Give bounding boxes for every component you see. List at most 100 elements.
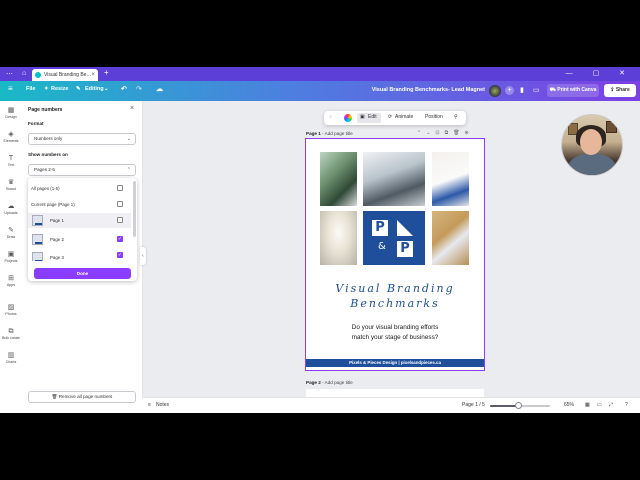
browser-tab[interactable]: Visual Branding Be… × bbox=[32, 69, 98, 81]
delete-icon[interactable]: 🗑 bbox=[453, 130, 464, 136]
document-title[interactable]: Visual Branding Benchmarks- Lead Magnet bbox=[360, 87, 485, 93]
show-numbers-select-value: Pages 2-5 bbox=[34, 167, 55, 172]
rail-item-projects[interactable]: ▣ Projects bbox=[0, 251, 22, 264]
apps-grid-icon[interactable]: ⋯ bbox=[6, 70, 13, 78]
zoom-slider[interactable] bbox=[490, 402, 550, 409]
fullscreen-icon[interactable]: ⤢ bbox=[609, 402, 613, 408]
sticker-photo[interactable] bbox=[320, 211, 357, 265]
tab-close-icon[interactable]: × bbox=[91, 69, 95, 81]
add-page-title[interactable]: - Add page title bbox=[321, 380, 353, 385]
checkbox[interactable] bbox=[117, 201, 123, 207]
checkbox-checked[interactable] bbox=[117, 232, 123, 247]
rail-item-elements[interactable]: ◈ Elements bbox=[0, 131, 22, 144]
house-photo[interactable] bbox=[320, 152, 357, 206]
checkbox[interactable] bbox=[117, 185, 123, 191]
page-2-label[interactable]: Page 2 - Add page title bbox=[306, 380, 353, 385]
checkbox[interactable] bbox=[117, 217, 123, 223]
comment-icon[interactable]: ▭ bbox=[533, 86, 540, 94]
file-menu[interactable]: File bbox=[26, 86, 35, 92]
design-page-1[interactable]: P & P Visual Branding Benchmarks Do your… bbox=[306, 139, 484, 370]
rail-item-charts[interactable]: ▥ Charts bbox=[0, 352, 22, 365]
remove-page-numbers-button[interactable]: 🗑 Remove all page numbers bbox=[28, 391, 136, 403]
duplicate-icon[interactable]: ⧉ bbox=[445, 130, 454, 136]
page-1-label[interactable]: Page 1 - Add page title bbox=[306, 131, 353, 136]
analytics-icon[interactable]: ▮ bbox=[520, 86, 524, 94]
format-label: Format bbox=[28, 121, 44, 126]
page-thumbnail bbox=[32, 252, 43, 261]
page-number-text: Page 1 bbox=[306, 131, 321, 136]
format-select[interactable]: Numbers only ⌄ bbox=[28, 133, 136, 145]
option-page-1[interactable]: Page 1 bbox=[28, 213, 131, 228]
checkbox-checked[interactable] bbox=[117, 250, 123, 261]
design-footer[interactable]: Pixels & Pieces Design | pixelsandpieces… bbox=[306, 359, 484, 367]
print-with-canva-button[interactable]: ⛟ Print with Canva bbox=[547, 84, 599, 97]
window-controls[interactable]: — ▢ ✕ bbox=[566, 69, 634, 77]
editing-mode-button[interactable]: Editing bbox=[85, 86, 104, 92]
pages-view-icon[interactable]: ▭ bbox=[597, 402, 602, 408]
rail-item-uploads[interactable]: ☁ Uploads bbox=[0, 203, 22, 216]
rail-item-text[interactable]: T Text bbox=[0, 155, 22, 168]
add-page-title[interactable]: - Add page title bbox=[321, 131, 353, 136]
rail-item-apps[interactable]: ⊞ Apps bbox=[0, 275, 22, 288]
menu-icon[interactable]: ≡ bbox=[8, 84, 13, 93]
new-tab-button[interactable]: + bbox=[104, 68, 109, 77]
script-title-line: Benchmarks bbox=[350, 297, 440, 310]
laptop-photo[interactable] bbox=[363, 152, 425, 206]
position-button[interactable]: Position bbox=[425, 114, 443, 120]
resize-button[interactable]: Resize bbox=[51, 86, 68, 92]
cloud-save-icon[interactable]: ☁ bbox=[156, 85, 163, 93]
floating-toolbar: ◌ ▣ Edit ⟳ Animate Position ⚲ bbox=[324, 111, 466, 125]
elements-icon: ◈ bbox=[8, 131, 14, 138]
rail-label: Design bbox=[5, 115, 17, 119]
mug-photo[interactable] bbox=[432, 152, 469, 206]
tab-title: Visual Branding Be… bbox=[44, 72, 92, 78]
grid-view-icon[interactable]: ▦ bbox=[585, 402, 590, 408]
close-icon[interactable]: × bbox=[130, 105, 134, 112]
option-all-pages[interactable]: All pages (1-5) bbox=[28, 181, 131, 196]
rail-item-draw[interactable]: ✎ Draw bbox=[0, 227, 22, 240]
home-icon[interactable]: ⌂ bbox=[22, 70, 26, 77]
animate-button[interactable]: Animate bbox=[395, 114, 413, 120]
dropdown-scrollbar[interactable] bbox=[133, 181, 136, 237]
redo-icon[interactable]: ↷ bbox=[136, 85, 142, 93]
comment-icon[interactable]: ◌ bbox=[329, 114, 332, 120]
done-button[interactable]: Done bbox=[34, 268, 131, 279]
pixels-and-pieces-logo[interactable]: P & P bbox=[363, 211, 425, 265]
print-with-canva-label: Print with Canva bbox=[557, 87, 597, 93]
rail-item-design[interactable]: ▦ Design bbox=[0, 107, 22, 120]
rail-item-brand[interactable]: ♛ Brand bbox=[0, 179, 22, 192]
show-numbers-select[interactable]: Pages 2-5 ⌃ bbox=[28, 164, 136, 176]
zoom-level[interactable]: 65% bbox=[564, 402, 574, 408]
page-number-text: Page 2 bbox=[306, 380, 321, 385]
design-page-2[interactable] bbox=[306, 389, 484, 397]
rail-label: Apps bbox=[6, 283, 16, 287]
undo-icon[interactable]: ↶ bbox=[121, 85, 127, 93]
zoom-slider-handle[interactable] bbox=[515, 402, 523, 409]
design-tagline[interactable]: Do your visual branding efforts match yo… bbox=[306, 323, 484, 342]
rail-item-photos[interactable]: ▨ Photos bbox=[0, 304, 22, 317]
collapse-panel-handle[interactable]: ‹ bbox=[140, 247, 146, 265]
style-brush-icon[interactable]: ⚲ bbox=[454, 114, 458, 120]
business-card-photo[interactable] bbox=[432, 211, 469, 265]
option-page-3[interactable]: Page 3 bbox=[28, 250, 131, 261]
option-current-page[interactable]: Current page (Page 1) bbox=[28, 197, 131, 212]
logo-letter: P bbox=[372, 220, 388, 236]
rail-item-bulk-create[interactable]: ⧉ Bulk create bbox=[0, 328, 22, 341]
charts-icon: ▥ bbox=[7, 352, 15, 359]
invite-plus-icon[interactable]: + bbox=[505, 86, 514, 95]
rail-label: Charts bbox=[5, 360, 17, 364]
color-picker-icon[interactable] bbox=[344, 114, 352, 122]
chevron-up-icon[interactable]: ⌃ bbox=[417, 130, 426, 136]
chevron-down-icon: ⌄ bbox=[104, 86, 109, 92]
lock-icon[interactable]: ⊡ bbox=[435, 130, 444, 136]
user-avatar[interactable] bbox=[489, 85, 501, 97]
edit-button[interactable]: Edit bbox=[368, 114, 377, 120]
design-script-title[interactable]: Visual Branding Benchmarks bbox=[306, 281, 484, 311]
add-page-icon[interactable]: ⊕ bbox=[465, 130, 474, 136]
help-icon[interactable]: ? bbox=[625, 402, 628, 408]
page-indicator[interactable]: Page 1 / 5 bbox=[462, 402, 485, 408]
share-button[interactable]: ⇪ Share bbox=[604, 84, 636, 97]
notes-button[interactable]: Notes bbox=[156, 402, 169, 408]
option-page-2[interactable]: Page 2 bbox=[28, 232, 131, 247]
rail-label: Elements bbox=[3, 139, 19, 143]
